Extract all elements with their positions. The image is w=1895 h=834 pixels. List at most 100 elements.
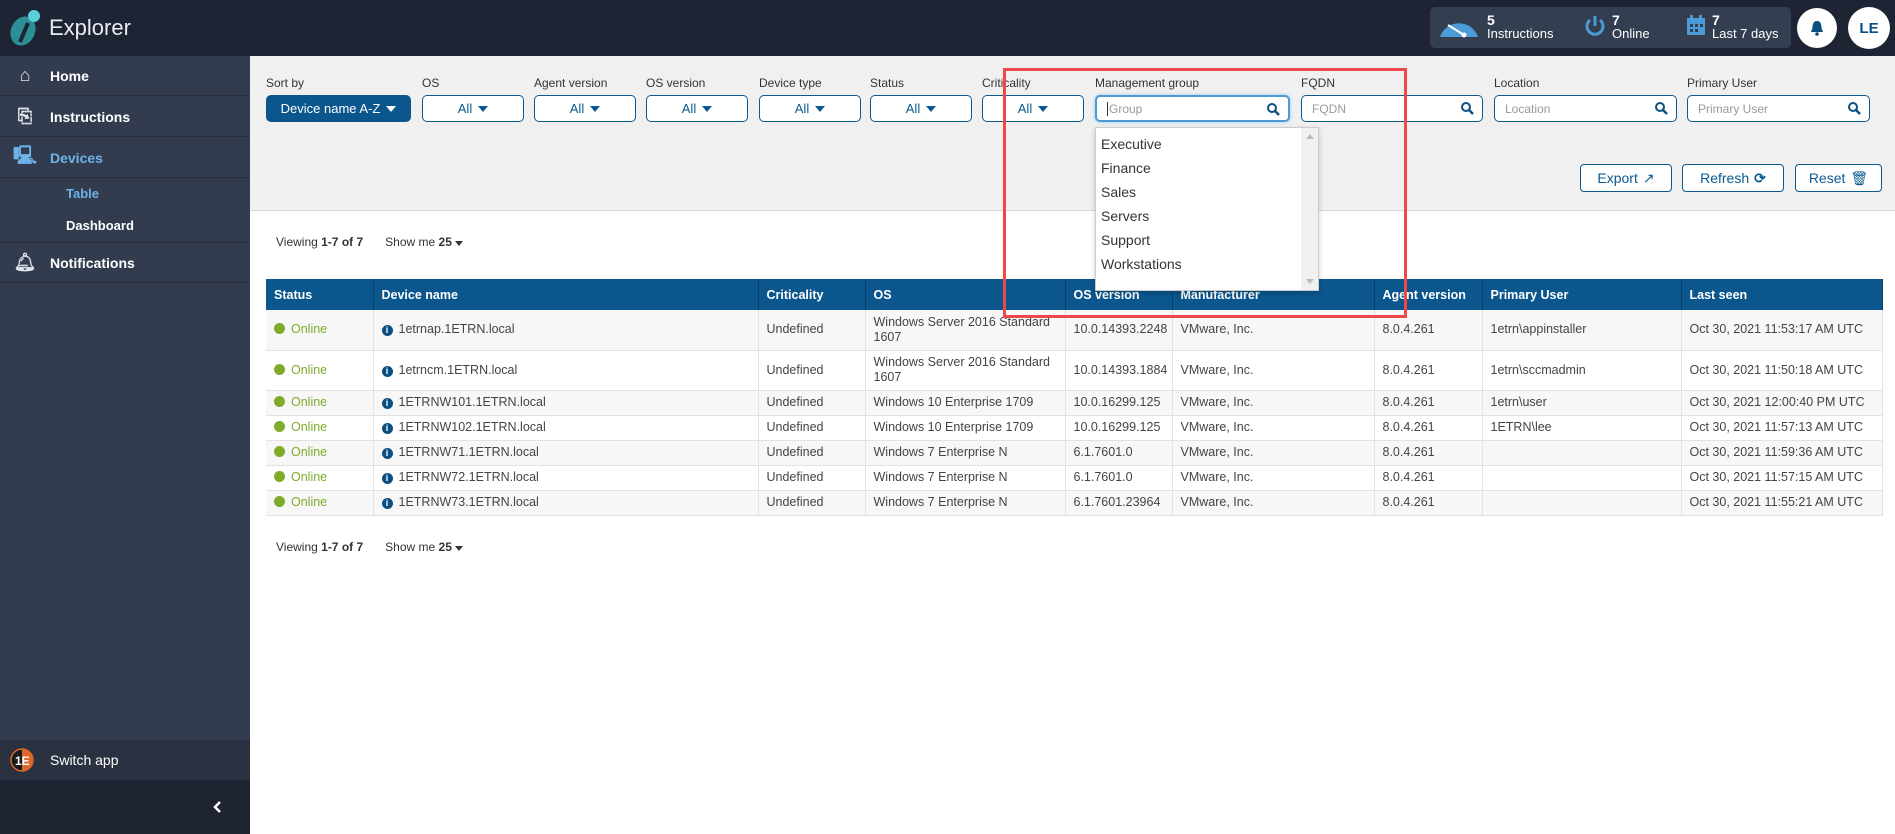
column-header[interactable]: Criticality [758,279,866,310]
sort-by-dropdown[interactable]: Device name A-Z [266,95,411,122]
info-icon[interactable]: i [381,498,393,509]
online-status-dot-icon [274,421,285,432]
sidebar-collapse-bar [0,780,250,834]
table-row[interactable]: Online i 1ETRNW71.1ETRN.local Undefined Wind… [266,440,1883,466]
table-row[interactable]: Online i 1ETRNW73.1ETRN.local Undefined Wind… [266,490,1883,516]
cell-text: VMware, Inc. [1180,395,1254,409]
cell-text: Windows 10 Enterprise 1709 [873,420,1034,434]
page-size-dropdown[interactable]: Show me 25 [385,235,464,249]
sidebar-item-instructions[interactable]: ⎘ Instructions [0,97,250,137]
sidebar-subitem-dashboard[interactable]: Dashboard [66,218,134,233]
info-icon[interactable]: i [381,448,393,459]
cell-text: 1ETRNW71.1ETRN.local [398,445,539,459]
table-cell[interactable]: i 1ETRNW101.1ETRN.local [373,390,759,416]
table-cell: 6.1.7601.0 [1065,465,1173,491]
cell-text: 1ETRNW101.1ETRN.local [398,395,546,409]
cell-text: Windows Server 2016 Standard 1607 [873,355,1050,384]
info-icon[interactable]: i [381,325,393,337]
chevron-left-icon[interactable] [212,800,222,814]
stat-online[interactable]: 7 Online [1612,13,1650,41]
table-cell[interactable]: i 1ETRNW73.1ETRN.local [373,490,759,516]
cell-text: Online [291,322,328,337]
table-cell: Windows 7 Enterprise N [865,465,1066,491]
table-cell: Oct 30, 2021 11:55:21 AM UTC [1681,490,1883,516]
paging-bottom: Viewing 1-7 of 7 Show me 25 [276,540,464,554]
cell-text: Windows 10 Enterprise 1709 [873,395,1034,409]
cell-text: Oct 30, 2021 11:53:17 AM UTC [1689,322,1863,337]
refresh-button[interactable]: Refresh ⟳ [1682,164,1784,192]
table-row[interactable]: Online i 1ETRNW72.1ETRN.local Undefined Wind… [266,465,1883,491]
sidebar-item-devices[interactable]: 🖳 Devices [0,138,250,178]
table-row[interactable]: Online i 1etrncm.1ETRN.local Undefined Windo… [266,350,1883,391]
table-cell: Oct 30, 2021 11:59:36 AM UTC [1681,440,1883,466]
agent-version-dropdown[interactable]: All [534,95,636,122]
cell-text: Online [291,395,328,409]
table-row[interactable]: Online i 1ETRNW102.1ETRN.local Undefined Win… [266,415,1883,441]
cell-text: VMware, Inc. [1180,322,1254,337]
column-header[interactable]: Last seen [1681,279,1883,310]
table-cell: VMware, Inc. [1172,415,1375,441]
page-size-dropdown[interactable]: Show me 25 [385,540,464,554]
cell-text: Windows Server 2016 Standard 1607 [873,314,1050,344]
status-dropdown[interactable]: All [870,95,972,122]
stat-value: 7 [1612,12,1620,28]
table-cell[interactable]: i 1ETRNW72.1ETRN.local [373,465,759,491]
table-cell: 6.1.7601.23964 [1065,490,1173,516]
stats-panel: 5 Instructions 7 Online 7 Last 7 days [1430,7,1791,48]
stat-instructions[interactable]: 5 Instructions [1487,13,1553,41]
table-cell[interactable]: i 1etrnap.1ETRN.local [373,310,759,351]
info-icon[interactable]: i [381,423,393,434]
sidebar-item-notifications[interactable]: 🔔︎ Notifications [0,242,250,283]
switch-app-button[interactable]: 1E Switch app [0,740,250,780]
gauge-icon [1440,23,1478,38]
column-header[interactable]: Device name [373,279,759,310]
cell-text: Online [291,470,328,484]
bell-icon [1811,21,1823,36]
os-version-dropdown[interactable]: All [646,95,748,122]
svg-text:1E: 1E [15,754,30,768]
viewing-range: 1-7 of 7 [321,540,364,554]
table-cell: Undefined [758,415,866,441]
cell-text: 8.0.4.261 [1382,322,1435,337]
table-cell: Undefined [758,465,866,491]
cell-text: Undefined [766,495,824,509]
cell-text: 8.0.4.261 [1382,395,1435,409]
device-type-dropdown[interactable]: All [759,95,861,122]
sidebar-item-home[interactable]: ⌂ Home [0,56,250,96]
table-cell: Undefined [758,490,866,516]
table-cell: VMware, Inc. [1172,490,1375,516]
table-cell: 1etrn\user [1482,390,1682,416]
table-cell [1482,440,1682,466]
agent-version-value: All [569,101,585,116]
table-cell: 1etrn\appinstaller [1482,310,1682,351]
primary-user-input[interactable]: Primary User [1687,95,1870,122]
viewing-prefix: Viewing [276,235,322,249]
column-header[interactable]: Primary User [1482,279,1682,310]
cell-text: Windows 7 Enterprise N [873,445,1008,459]
reset-button[interactable]: Reset 🗑︎ [1795,164,1882,192]
location-placeholder: Location [1505,101,1551,116]
table-cell[interactable]: i 1etrncm.1ETRN.local [373,350,759,391]
online-status-dot-icon [274,363,285,375]
location-input[interactable]: Location [1494,95,1677,122]
top-bar: Explorer 5 Instructions 7 Online 7 Last 7 d… [0,0,1895,56]
export-button[interactable]: Export ↗ [1580,164,1672,192]
os-dropdown[interactable]: All [422,95,524,122]
table-cell: 10.0.16299.125 [1065,390,1173,416]
sidebar-subitem-table[interactable]: Table [66,186,99,201]
online-status-dot-icon [274,496,285,507]
info-icon[interactable]: i [381,473,393,484]
table-cell[interactable]: i 1ETRNW102.1ETRN.local [373,415,759,441]
column-header[interactable]: Status [266,279,374,310]
cell-text: 1etrncm.1ETRN.local [398,362,518,377]
table-cell: Online [266,415,374,441]
info-icon[interactable]: i [381,398,393,409]
table-cell[interactable]: i 1ETRNW71.1ETRN.local [373,440,759,466]
stat-last-7-days[interactable]: 7 Last 7 days [1712,13,1779,41]
status-value: All [905,101,921,116]
info-icon[interactable]: i [381,365,393,377]
notifications-button[interactable] [1797,8,1837,48]
table-row[interactable]: Online i 1ETRNW101.1ETRN.local Undefined Win… [266,390,1883,416]
caret-down-icon [702,105,713,112]
avatar[interactable]: LE [1848,7,1890,49]
